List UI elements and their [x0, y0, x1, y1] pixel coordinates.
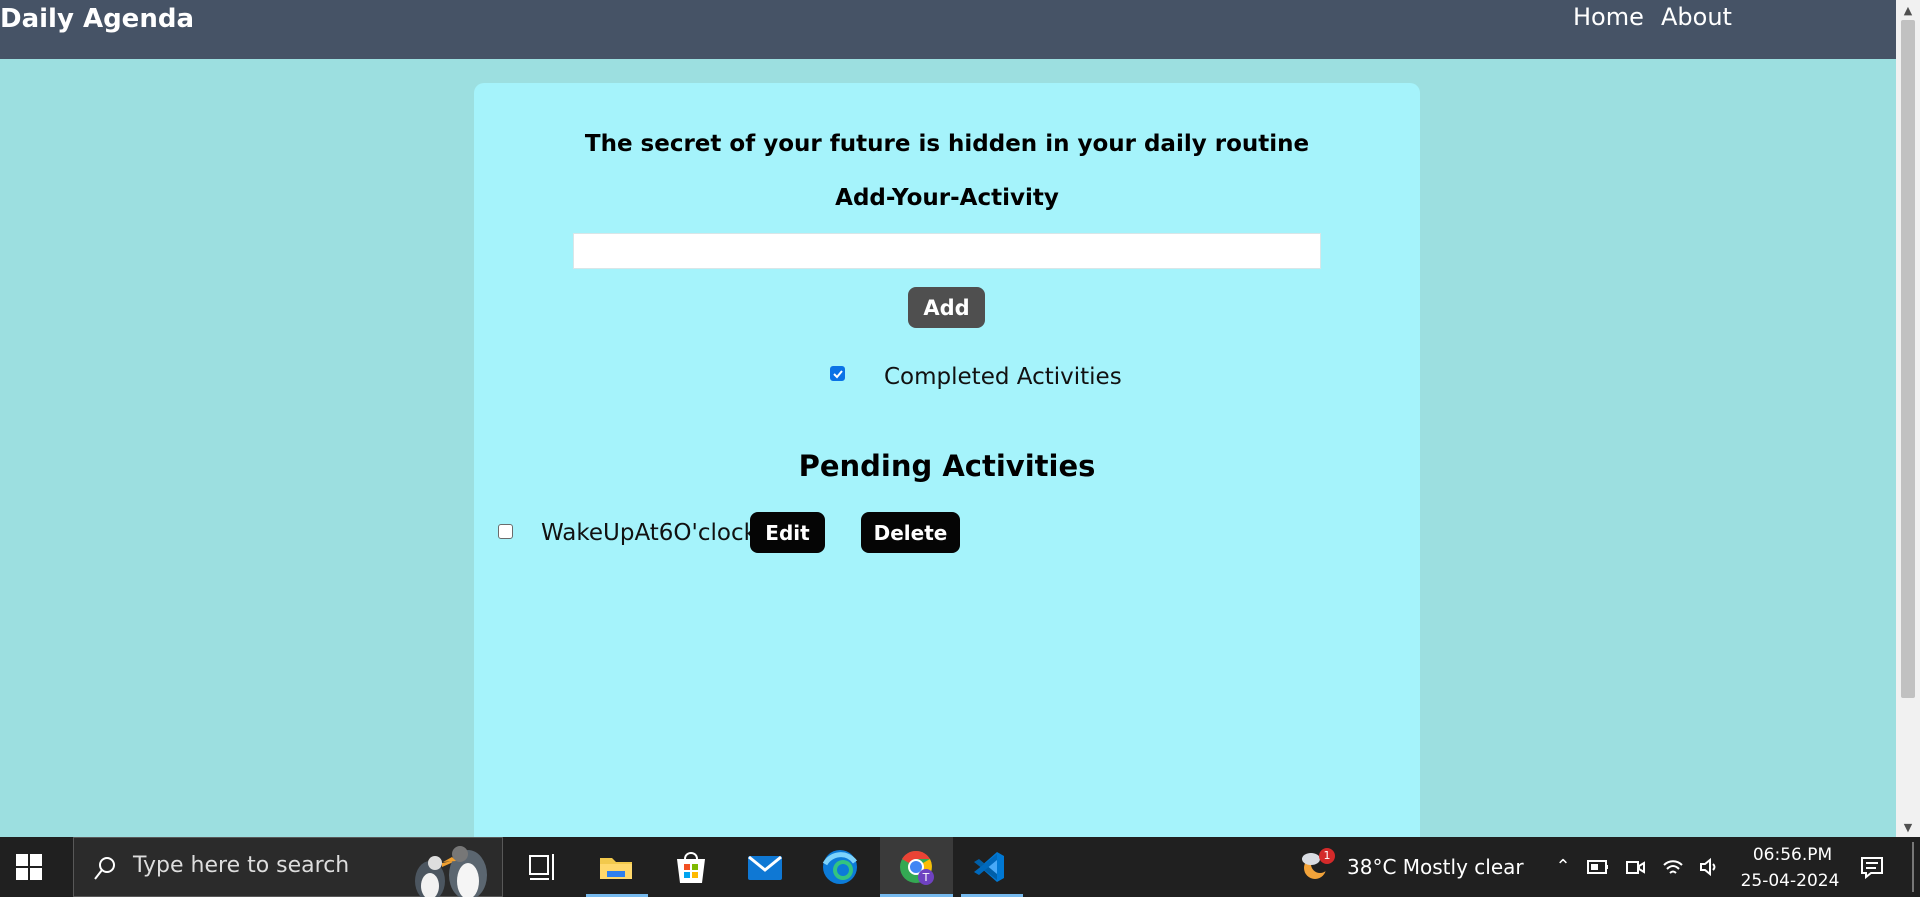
show-desktop-bar[interactable] [1912, 842, 1914, 892]
taskbar-search-box[interactable]: Type here to search [73, 837, 503, 897]
nav-about-link[interactable]: About [1661, 3, 1732, 31]
delete-button[interactable]: Delete [861, 512, 960, 553]
task-checkbox[interactable] [498, 524, 513, 539]
brand-title[interactable]: Daily Agenda [0, 4, 194, 34]
scroll-thumb[interactable] [1901, 20, 1915, 698]
search-icon [94, 857, 115, 880]
agenda-card: The secret of your future is hidden in y… [474, 83, 1420, 843]
edit-button[interactable]: Edit [750, 512, 825, 553]
add-button[interactable]: Add [908, 287, 985, 328]
taskbar-date[interactable]: 25-04-2024 [1735, 871, 1845, 891]
taskbar-time[interactable]: 06:56.PM [1745, 845, 1840, 865]
activity-input[interactable] [573, 233, 1321, 269]
windows-start-icon[interactable] [16, 854, 42, 880]
volume-icon[interactable] [1697, 855, 1721, 879]
chrome-icon[interactable]: T [895, 846, 937, 888]
checkmark-icon [832, 369, 843, 378]
add-activity-heading: Add-Your-Activity [835, 185, 1059, 211]
vscode-icon[interactable] [968, 846, 1010, 888]
edge-icon[interactable] [819, 846, 861, 888]
weather-notification-badge: 1 [1319, 848, 1335, 864]
svg-text:T: T [922, 871, 930, 884]
search-placeholder: Type here to search [133, 853, 350, 878]
file-explorer-icon[interactable] [595, 846, 637, 888]
notification-icon[interactable] [1858, 853, 1886, 881]
task-view-icon[interactable] [521, 846, 563, 888]
chevron-up-icon[interactable]: ⌃ [1551, 855, 1575, 879]
completed-activities-checkbox[interactable] [830, 366, 845, 381]
task-text: WakeUpAt6O'clock [541, 520, 757, 546]
completed-activities-label: Completed Activities [884, 364, 1122, 390]
scroll-up-icon[interactable]: ▲ [1896, 2, 1920, 20]
quote-text: The secret of your future is hidden in y… [584, 131, 1310, 157]
penguins-illustration-icon [415, 846, 487, 897]
pending-activities-heading: Pending Activities [798, 449, 1096, 483]
wifi-icon[interactable] [1661, 855, 1685, 879]
camera-icon[interactable] [1623, 855, 1647, 879]
nav-home-link[interactable]: Home [1573, 3, 1644, 31]
windows-taskbar: Type here to search T 1 38°C Mostly clea… [0, 837, 1920, 897]
scroll-down-icon[interactable]: ▼ [1896, 819, 1920, 837]
mail-icon[interactable] [744, 846, 786, 888]
weather-text[interactable]: 38°C Mostly clear [1347, 855, 1524, 879]
battery-icon[interactable] [1586, 855, 1610, 879]
top-navbar: Daily Agenda Home About [0, 0, 1896, 59]
microsoft-store-icon[interactable] [670, 846, 712, 888]
page-scrollbar[interactable]: ▲ ▼ [1896, 0, 1920, 837]
